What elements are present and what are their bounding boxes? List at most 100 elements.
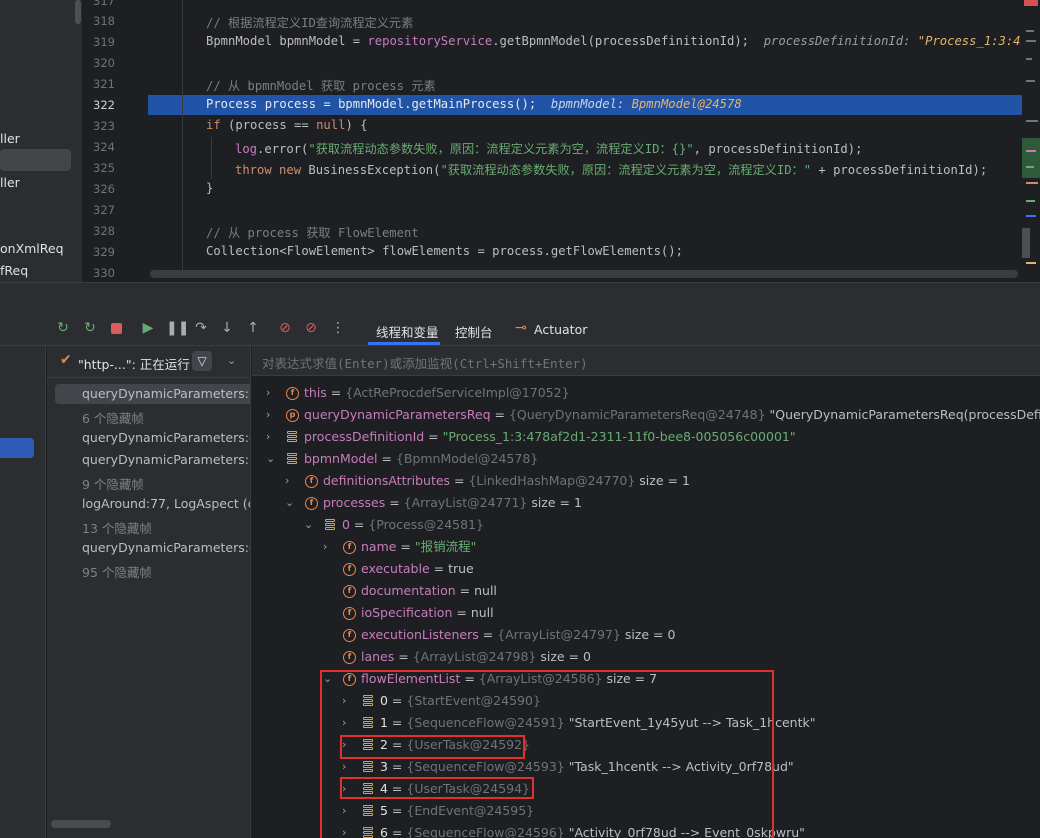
- variable-type: {QueryDynamicParametersReq@24748}: [508, 407, 766, 422]
- more-options-icon[interactable]: ⋮: [330, 320, 346, 336]
- line-number: 323: [93, 119, 115, 133]
- hidden-frames-item[interactable]: 13 个隐藏帧: [82, 518, 152, 537]
- tab-actuator[interactable]: Actuator: [534, 322, 587, 337]
- project-tool-window: ller ller onXmlReq fReq: [0, 0, 82, 282]
- chevron-right-icon[interactable]: ›: [266, 404, 278, 426]
- editor-error-stripe[interactable]: [1022, 0, 1040, 282]
- frame-item[interactable]: queryDynamicParameters:-1,: [82, 430, 250, 445]
- equals: =: [377, 451, 396, 466]
- chevron-right-icon[interactable]: ›: [285, 470, 297, 492]
- project-item[interactable]: onXmlReq: [0, 241, 64, 256]
- frame-item[interactable]: logAround:77, LogAspect (cc: [82, 496, 250, 511]
- list-icon: [324, 519, 337, 532]
- project-item[interactable]: ller: [0, 175, 20, 190]
- code-line-323: if (process == null) {: [206, 118, 367, 132]
- equals: =: [385, 495, 404, 510]
- thread-selector[interactable]: ✔ "http-...": 正在运行 ▽ ⌄: [47, 346, 250, 378]
- hidden-frames-item[interactable]: 6 个隐藏帧: [82, 408, 144, 427]
- evaluate-expression-input[interactable]: 对表达式求值(Enter)或添加监视(Ctrl+Shift+Enter): [262, 353, 588, 372]
- mute-breakpoints-icon[interactable]: ⊘: [303, 320, 319, 336]
- variable-type: {Process@24581}: [368, 517, 484, 532]
- equals: =: [396, 539, 415, 554]
- project-scrollbar[interactable]: [75, 0, 81, 24]
- code-field: repositoryService: [367, 34, 493, 48]
- variable-name: executionListeners: [361, 627, 479, 642]
- variable-value: "报销流程": [414, 539, 477, 554]
- code-keyword: new: [279, 163, 302, 177]
- field-icon: f: [343, 629, 356, 642]
- highlight-box-usertask-4: [340, 777, 534, 799]
- variable-name: ioSpecification: [361, 605, 453, 620]
- code-text: + processDefinitionId);: [811, 163, 988, 177]
- code-line-319: BpmnModel bpmnModel = repositoryService.…: [206, 34, 1040, 48]
- editor-horizontal-scrollbar[interactable]: [150, 270, 1018, 278]
- project-selected-row[interactable]: [0, 149, 71, 171]
- line-number: 317: [93, 0, 115, 8]
- chevron-right-icon[interactable]: ›: [266, 382, 278, 404]
- equals: =: [455, 583, 475, 598]
- code-line-326: }: [206, 181, 214, 195]
- line-number-current: 322: [93, 98, 115, 112]
- rerun-icon[interactable]: ↻: [55, 320, 71, 336]
- variable-name: definitionsAttributes: [323, 473, 451, 488]
- error-stripe-marks: [1022, 0, 1040, 264]
- frames-scrollbar[interactable]: [51, 820, 111, 828]
- variable-type: {LinkedHashMap@24770}: [468, 473, 636, 488]
- code-comment: // 根据流程定义ID查询流程定义元素: [206, 16, 414, 30]
- variable-type: {ActReProcdefServiceImpl@17052}: [345, 385, 570, 400]
- chevron-down-icon[interactable]: ⌄: [266, 448, 278, 470]
- pause-icon[interactable]: ❚❚: [166, 320, 189, 336]
- hidden-frames-item[interactable]: 9 个隐藏帧: [82, 474, 144, 493]
- frame-item[interactable]: queryDynamicParameters:168: [82, 452, 250, 467]
- code-line-322: Process process = bpmnModel.getMainProce…: [206, 97, 742, 111]
- side-strip-selection[interactable]: [0, 438, 34, 458]
- evaluate-expression-bar[interactable]: 对表达式求值(Enter)或添加监视(Ctrl+Shift+Enter): [252, 346, 1040, 376]
- resume-icon[interactable]: ▶: [140, 320, 156, 336]
- chevron-down-icon[interactable]: ⌄: [285, 492, 297, 514]
- chevron-down-icon[interactable]: ⌄: [304, 514, 316, 536]
- code-text: (process ==: [220, 118, 317, 132]
- debug-side-strip: [0, 346, 46, 838]
- step-over-icon[interactable]: ↷: [193, 320, 209, 336]
- list-icon: [286, 431, 299, 444]
- tab-threads-and-variables[interactable]: 线程和变量: [376, 322, 439, 341]
- parameter-icon: p: [286, 409, 299, 422]
- variable-value: size = 1: [635, 473, 690, 488]
- frame-item[interactable]: queryDynamicParameters:-1,: [82, 540, 250, 555]
- tab-console[interactable]: 控制台: [455, 322, 493, 341]
- field-icon: f: [343, 563, 356, 576]
- code-line-325: throw new BusinessException("获取流程动态参数失败，…: [235, 160, 987, 178]
- field-icon: f: [343, 651, 356, 664]
- variable-type: {BpmnModel@24578}: [395, 451, 539, 466]
- code-text: BusinessException(: [301, 163, 441, 177]
- code-comment: // 从 bpmnModel 获取 process 元素: [206, 79, 436, 93]
- view-breakpoints-icon[interactable]: ⊘: [277, 320, 293, 336]
- inline-debug-name: processDefinitionId:: [763, 34, 911, 48]
- field-icon: f: [305, 475, 318, 488]
- chevron-right-icon[interactable]: ›: [266, 426, 278, 448]
- hidden-frames-item[interactable]: 95 个隐藏帧: [82, 562, 152, 581]
- equals: =: [450, 473, 469, 488]
- variable-name: bpmnModel: [304, 451, 378, 466]
- stop-icon[interactable]: [108, 320, 124, 336]
- line-number: 321: [93, 77, 115, 91]
- rerun-failed-icon[interactable]: ↻: [82, 320, 98, 336]
- line-number: 319: [93, 35, 115, 49]
- step-into-icon[interactable]: ↓: [219, 320, 235, 336]
- chevron-down-icon[interactable]: ⌄: [227, 354, 236, 367]
- code-keyword: null: [316, 118, 346, 132]
- variable-value: "QueryDynamicParametersReq(processDefini…: [769, 407, 1040, 422]
- line-number: 330: [93, 266, 115, 280]
- line-number: 320: [93, 56, 115, 70]
- frame-item[interactable]: queryDynamicParameters:322: [82, 386, 250, 401]
- chevron-right-icon[interactable]: ›: [323, 536, 335, 558]
- step-out-icon[interactable]: ↑: [245, 320, 261, 336]
- project-item[interactable]: ller: [0, 131, 20, 146]
- filter-icon[interactable]: ▽: [192, 351, 212, 371]
- line-number: 318: [93, 14, 115, 28]
- equals: =: [490, 407, 509, 422]
- variable-name: documentation: [361, 583, 456, 598]
- project-item[interactable]: fReq: [0, 263, 28, 278]
- debug-toolbar: ↻ ↻ ▶ ❚❚ ↷ ↓ ↑ ⊘ ⊘ ⋮ 线程和变量 控制台 ⊸ Actuato…: [0, 310, 1040, 346]
- variable-value: "Process_1:3:478af2d1-2311-11f0-bee8-005…: [442, 429, 796, 444]
